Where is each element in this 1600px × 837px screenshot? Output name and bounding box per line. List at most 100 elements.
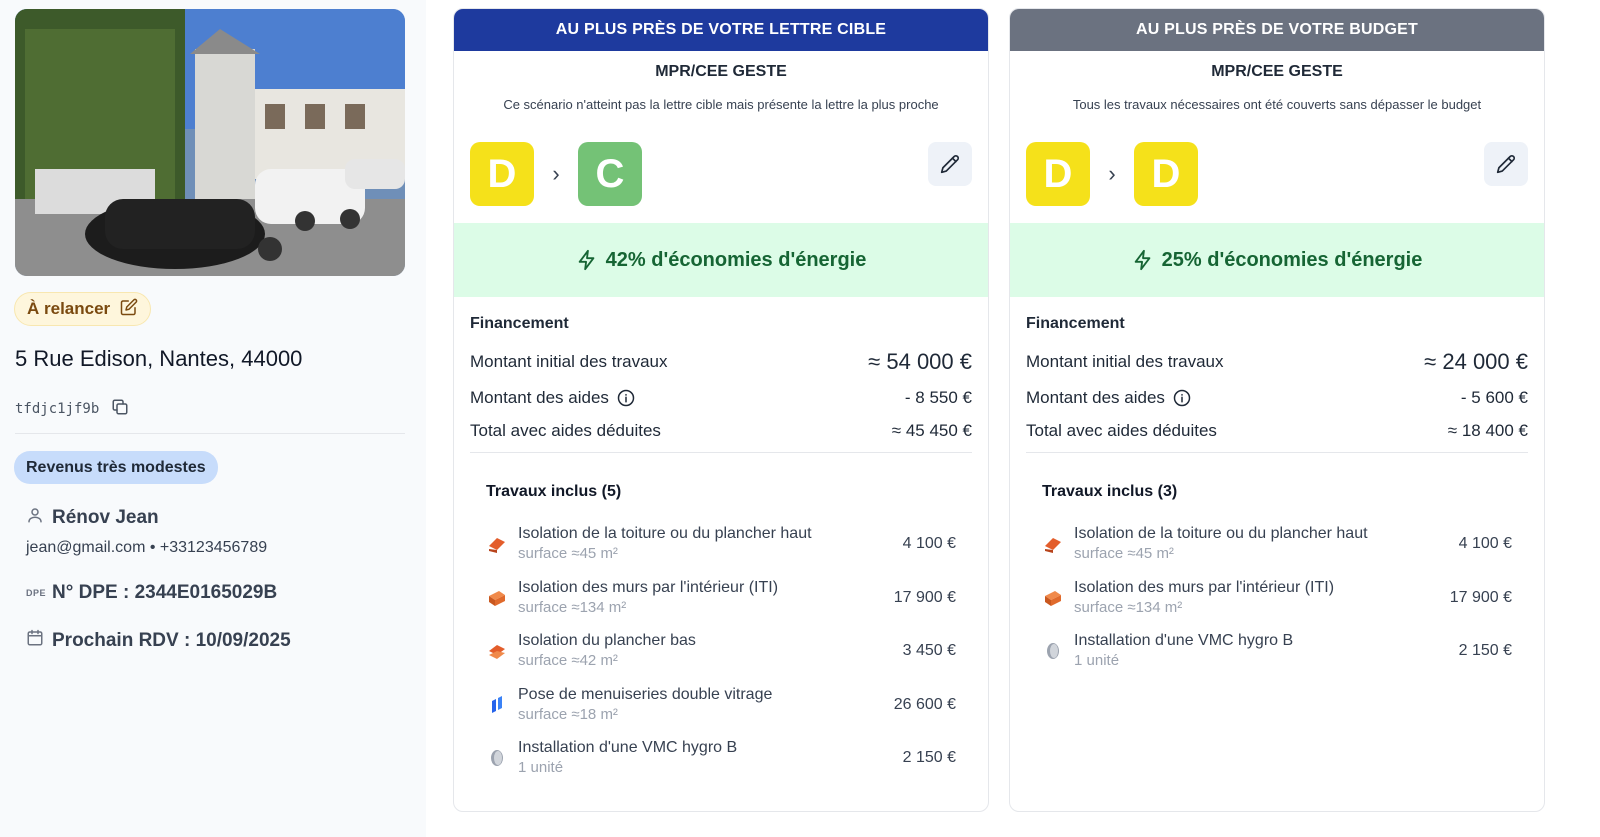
energy-savings-text: 42% d'économies d'énergie	[605, 248, 867, 271]
pencil-icon	[1496, 155, 1515, 174]
total-amount-value: ≈ 18 400 €	[1447, 421, 1528, 440]
work-name: Isolation des murs par l'intérieur (ITI)	[518, 579, 779, 596]
calendar-icon	[26, 629, 44, 653]
works-title: Travaux inclus (3)	[1042, 483, 1178, 500]
work-price: 17 900 €	[893, 589, 956, 606]
work-quantity: surface ≈18 m²	[518, 706, 618, 723]
initial-amount-row: Montant initial des travaux ≈ 24 000 €	[1026, 349, 1528, 375]
grade-from: D	[470, 142, 534, 206]
roof-insulation-icon	[1042, 533, 1064, 555]
work-name: Isolation de la toiture ou du plancher h…	[518, 525, 812, 542]
financing-title: Financement	[1026, 315, 1125, 332]
work-price: 4 100 €	[902, 535, 956, 552]
financing-divider	[470, 452, 972, 453]
work-item: Isolation des murs par l'intérieur (ITI)…	[486, 576, 956, 620]
edit-scenario-button[interactable]	[1484, 142, 1528, 186]
work-price: 2 150 €	[1458, 642, 1512, 659]
user-icon	[26, 506, 44, 530]
works-title: Travaux inclus (5)	[486, 483, 622, 500]
total-amount-row: Total avec aides déduites ≈ 18 400 €	[1026, 421, 1528, 441]
aid-amount-label: Montant des aides	[470, 388, 609, 407]
grade-from: D	[1026, 142, 1090, 206]
dpe-number: N° DPE : 2344E0165029B	[52, 582, 278, 603]
grade-to: C	[578, 142, 642, 206]
work-quantity: surface ≈134 m²	[518, 599, 627, 616]
pencil-icon	[940, 155, 959, 174]
work-item: Isolation de la toiture ou du plancher h…	[1042, 522, 1512, 566]
sidebar-divider	[15, 433, 405, 434]
work-price: 2 150 €	[902, 749, 956, 766]
window-icon	[486, 694, 508, 716]
work-item: Pose de menuiseries double vitrage surfa…	[486, 683, 956, 727]
property-address: 5 Rue Edison, Nantes, 44000	[15, 346, 303, 371]
work-name: Installation d'une VMC hygro B	[518, 739, 738, 756]
initial-amount-value: ≈ 24 000 €	[1424, 349, 1528, 374]
status-badge[interactable]: À relancer	[14, 292, 152, 326]
energy-savings-banner: 25% d'économies d'énergie	[1010, 223, 1544, 297]
roof-insulation-icon	[486, 533, 508, 555]
work-name: Installation d'une VMC hygro B	[1074, 632, 1294, 649]
total-amount-value: ≈ 45 450 €	[891, 421, 972, 440]
aid-amount-label: Montant des aides	[1026, 388, 1165, 407]
wall-insulation-icon	[1042, 587, 1064, 609]
scenario-card-target: AU PLUS PRÈS DE VOTRE LETTRE CIBLE MPR/C…	[453, 8, 989, 812]
initial-amount-label: Montant initial des travaux	[470, 352, 668, 371]
work-item: Isolation des murs par l'intérieur (ITI)…	[1042, 576, 1512, 620]
card-subtitle: MPR/CEE GESTE	[1211, 63, 1343, 80]
work-quantity: surface ≈45 m²	[518, 545, 618, 562]
copy-icon[interactable]	[111, 398, 129, 420]
energy-savings-banner: 42% d'économies d'énergie	[454, 223, 988, 297]
work-item: Installation d'une VMC hygro B 1 unité 2…	[486, 736, 956, 780]
owner-name: Rénov Jean	[52, 507, 159, 528]
total-amount-row: Total avec aides déduites ≈ 45 450 €	[470, 421, 972, 441]
work-quantity: surface ≈45 m²	[1074, 545, 1174, 562]
property-sidebar: À relancer 5 Rue Edison, Nantes, 44000 t…	[0, 0, 426, 837]
wall-insulation-icon	[486, 587, 508, 609]
chevron-right-icon: ›	[552, 161, 560, 186]
grade-row: D › C	[470, 142, 642, 206]
work-price: 17 900 €	[1449, 589, 1512, 606]
work-item: Installation d'une VMC hygro B 1 unité 2…	[1042, 629, 1512, 673]
initial-amount-row: Montant initial des travaux ≈ 54 000 €	[470, 349, 972, 375]
work-name: Isolation de la toiture ou du plancher h…	[1074, 525, 1368, 542]
work-quantity: surface ≈134 m²	[1074, 599, 1183, 616]
card-header: AU PLUS PRÈS DE VOTRE BUDGET	[1010, 9, 1544, 51]
card-description: Tous les travaux nécessaires ont été cou…	[1072, 97, 1482, 112]
energy-savings-text: 25% d'économies d'énergie	[1161, 248, 1423, 271]
floor-insulation-icon	[486, 640, 508, 662]
info-icon[interactable]	[617, 389, 635, 407]
reference-code: tfdjc1jf9b	[15, 401, 100, 417]
scenario-card-budget: AU PLUS PRÈS DE VOTRE BUDGET MPR/CEE GES…	[1009, 8, 1545, 812]
owner-row: Rénov Jean	[26, 506, 159, 530]
lightning-icon	[578, 249, 594, 271]
income-badge: Revenus très modestes	[14, 451, 218, 484]
work-quantity: 1 unité	[518, 759, 564, 776]
dpe-row: DPE N° DPE : 2344E0165029B	[26, 582, 277, 604]
work-name: Isolation du plancher bas	[518, 632, 696, 649]
status-label: À relancer	[27, 299, 111, 318]
edit-scenario-button[interactable]	[928, 142, 972, 186]
work-price: 26 600 €	[893, 696, 956, 713]
total-amount-label: Total avec aides déduites	[1026, 421, 1217, 440]
work-name: Isolation des murs par l'intérieur (ITI)	[1074, 579, 1335, 596]
vmc-icon	[486, 747, 508, 769]
grade-to: D	[1134, 142, 1198, 206]
total-amount-label: Total avec aides déduites	[470, 421, 661, 440]
card-subtitle: MPR/CEE GESTE	[655, 63, 787, 80]
owner-contact: jean@gmail.com • +33123456789	[26, 539, 268, 556]
next-appointment: Prochain RDV : 10/09/2025	[52, 630, 291, 651]
card-description: Ce scénario n'atteint pas la lettre cibl…	[503, 97, 939, 112]
work-quantity: 1 unité	[1074, 652, 1120, 669]
lightning-icon	[1134, 249, 1150, 271]
chevron-right-icon: ›	[1108, 161, 1116, 186]
edit-status-icon[interactable]	[120, 298, 138, 321]
initial-amount-value: ≈ 54 000 €	[868, 349, 972, 374]
property-photo	[15, 9, 405, 276]
info-icon[interactable]	[1173, 389, 1191, 407]
vmc-icon	[1042, 640, 1064, 662]
initial-amount-label: Montant initial des travaux	[1026, 352, 1224, 371]
work-price: 3 450 €	[902, 642, 956, 659]
aid-amount-row: Montant des aides - 5 600 €	[1026, 388, 1528, 408]
financing-title: Financement	[470, 315, 569, 332]
work-item: Isolation du plancher bas surface ≈42 m²…	[486, 629, 956, 673]
